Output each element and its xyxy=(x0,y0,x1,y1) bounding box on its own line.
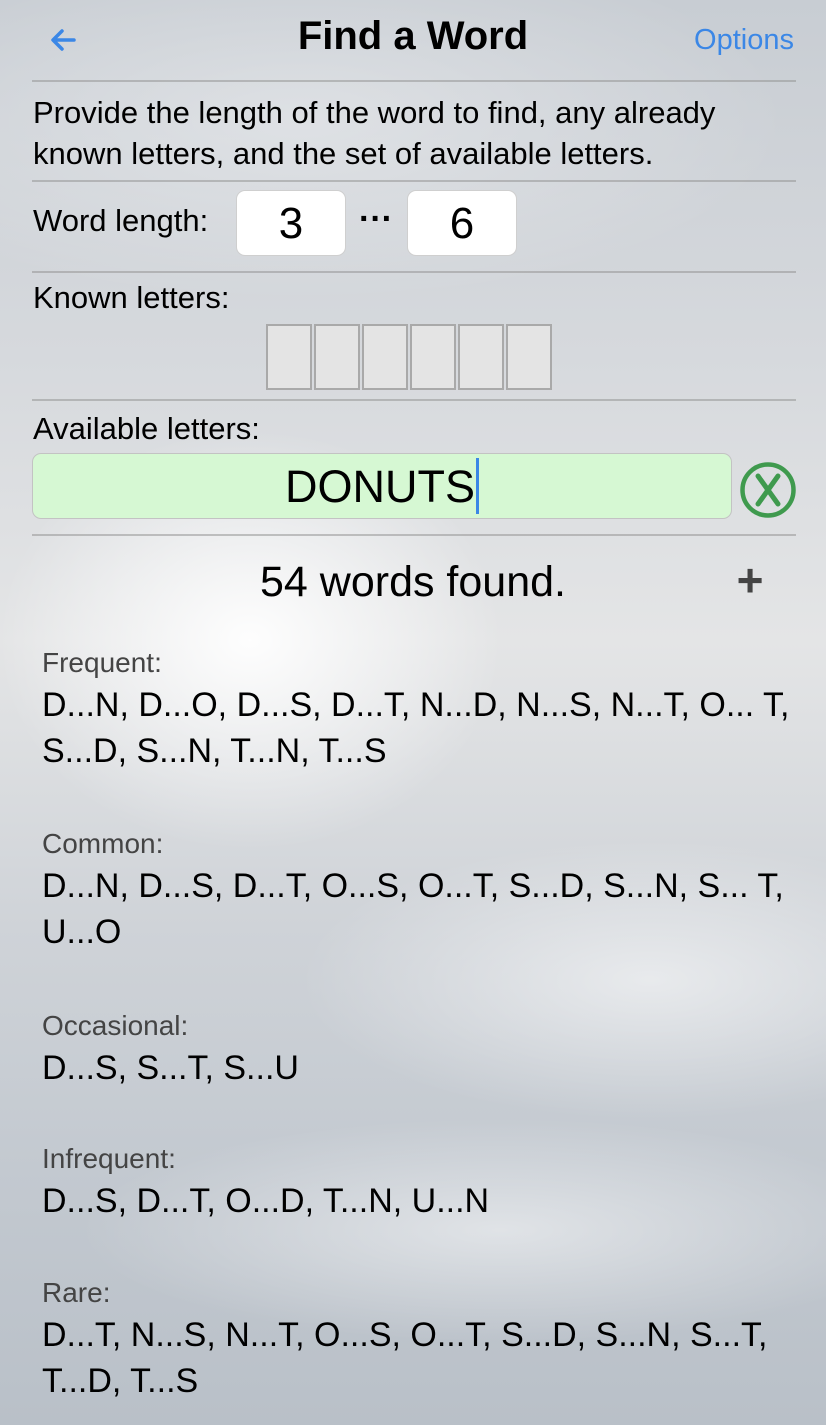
available-letters-label: Available letters: xyxy=(33,411,260,446)
known-letter-cell-4[interactable] xyxy=(410,324,456,390)
group-label: Occasional: xyxy=(42,1010,189,1041)
clear-letters-button[interactable] xyxy=(739,461,797,519)
known-letter-cell-5[interactable] xyxy=(458,324,504,390)
results-group-infrequent: Infrequent: D...S, D...T, O...D, T...N, … xyxy=(42,1142,802,1224)
navigation-bar: Find a Word Options xyxy=(0,0,826,80)
divider xyxy=(32,534,796,536)
clear-x-circle-icon xyxy=(740,462,796,518)
known-letters-row xyxy=(266,324,552,390)
results-count: 54 words found. xyxy=(260,558,566,606)
divider xyxy=(32,180,796,182)
word-length-label: Word length: xyxy=(33,203,209,238)
results-group-occasional: Occasional: D...S, S...T, S...U xyxy=(42,1009,802,1091)
group-words[interactable]: D...N, D...O, D...S, D...T, N...D, N...S… xyxy=(42,682,802,774)
known-letters-label: Known letters: xyxy=(33,280,230,315)
group-words[interactable]: D...N, D...S, D...T, O...S, O...T, S...D… xyxy=(42,863,802,955)
group-words[interactable]: D...S, D...T, O...D, T...N, U...N xyxy=(42,1178,802,1224)
known-letter-cell-3[interactable] xyxy=(362,324,408,390)
known-letter-cell-6[interactable] xyxy=(506,324,552,390)
available-letters-input[interactable]: DONUTS xyxy=(32,453,732,519)
options-button[interactable]: Options xyxy=(694,24,794,57)
divider xyxy=(32,271,796,273)
group-label: Rare: xyxy=(42,1277,111,1308)
divider xyxy=(32,399,796,401)
results-group-common: Common: D...N, D...S, D...T, O...S, O...… xyxy=(42,827,802,955)
results-group-frequent: Frequent: D...N, D...O, D...S, D...T, N.… xyxy=(42,646,802,774)
group-label: Frequent: xyxy=(42,647,162,678)
available-letters-value: DONUTS xyxy=(285,461,475,512)
length-range-separator: ··· xyxy=(359,200,393,238)
group-label: Infrequent: xyxy=(42,1143,176,1174)
text-cursor xyxy=(476,458,479,515)
group-words[interactable]: D...S, S...T, S...U xyxy=(42,1045,802,1091)
min-length-field[interactable]: 3 xyxy=(236,190,346,256)
find-a-word-screen: Find a Word Options Provide the length o… xyxy=(0,0,826,1425)
max-length-field[interactable]: 6 xyxy=(407,190,517,256)
known-letter-cell-1[interactable] xyxy=(266,324,312,390)
group-words[interactable]: D...T, N...S, N...T, O...S, O...T, S...D… xyxy=(42,1312,802,1404)
divider xyxy=(32,80,796,82)
known-letter-cell-2[interactable] xyxy=(314,324,360,390)
expand-results-button[interactable]: + xyxy=(728,557,772,603)
instructions-text: Provide the length of the word to find, … xyxy=(33,95,716,171)
group-label: Common: xyxy=(42,828,164,859)
results-group-rare: Rare: D...T, N...S, N...T, O...S, O...T,… xyxy=(42,1276,802,1404)
